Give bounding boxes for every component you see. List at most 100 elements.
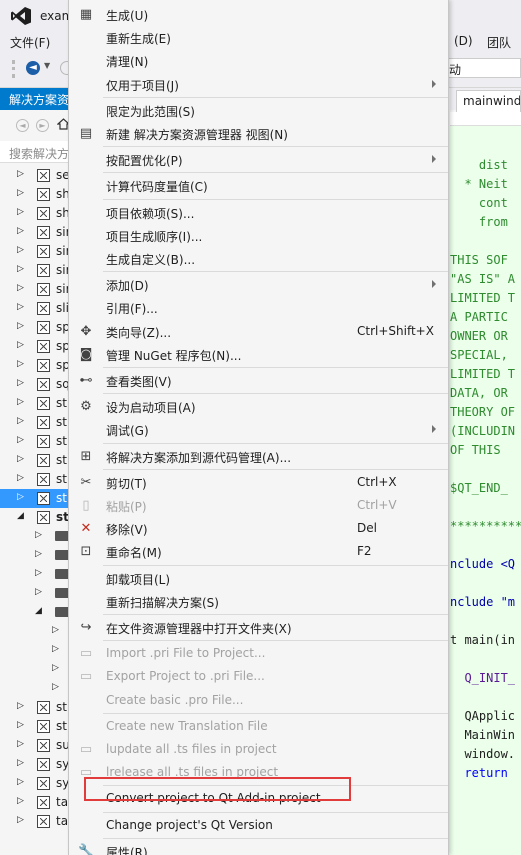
menu-item-r[interactable]: 🔧 属性(R) xyxy=(70,840,449,855)
collapse-arrow-icon[interactable]: ▷ xyxy=(17,207,24,217)
menu-item-n[interactable]: ▤ 新建 解决方案资源管理器 视图(N) xyxy=(70,122,449,145)
collapse-arrow-icon[interactable]: ▷ xyxy=(17,226,24,236)
menu-item-g[interactable]: 调试(G) xyxy=(70,418,449,441)
collapse-arrow-icon[interactable]: ▷ xyxy=(17,701,24,711)
tree-item[interactable]: ▷ sh xyxy=(0,185,70,204)
tree-item[interactable]: ▷ sir xyxy=(0,280,70,299)
collapse-arrow-icon[interactable]: ▷ xyxy=(17,169,24,179)
tree-child-item[interactable]: ▷ xyxy=(0,641,70,660)
tree-item[interactable]: ▷ sy xyxy=(0,774,70,793)
tree-child-item[interactable]: ▷ xyxy=(0,565,70,584)
tree-item[interactable]: ▷ su xyxy=(0,736,70,755)
menu-item-d[interactable]: 添加(D) xyxy=(70,273,449,296)
tree-item[interactable]: ▷ sp xyxy=(0,337,70,356)
tree-item[interactable]: ▷ sir xyxy=(0,242,70,261)
menu-item-s[interactable]: 项目依赖项(S)... xyxy=(70,201,449,224)
collapse-arrow-icon[interactable]: ▷ xyxy=(17,321,24,331)
menu-item-create-new-translation-file[interactable]: Create new Translation File xyxy=(70,715,449,738)
toolbar-grip[interactable] xyxy=(12,60,15,78)
tree-item[interactable]: ▷ sh xyxy=(0,204,70,223)
collapse-arrow-icon[interactable]: ▷ xyxy=(17,245,24,255)
expand-arrow-icon[interactable]: ◢ xyxy=(17,511,24,521)
menu-item-l[interactable]: 卸载项目(L) xyxy=(70,567,449,590)
back-icon[interactable]: ◄ xyxy=(26,61,40,75)
tree-item[interactable]: ▷ st xyxy=(0,451,70,470)
tree-item[interactable]: ▷ st xyxy=(0,432,70,451)
menu-item-s[interactable]: 重新扫描解决方案(S) xyxy=(70,590,449,613)
collapse-arrow-icon[interactable]: ▷ xyxy=(52,663,59,673)
menu-item-t[interactable]: ✂ 剪切(T) Ctrl+X xyxy=(70,471,449,494)
collapse-arrow-icon[interactable]: ▷ xyxy=(17,302,24,312)
tree-child-item[interactable]: ▷ xyxy=(0,584,70,603)
menu-item-nuget-n[interactable]: ◙ 管理 NuGet 程序包(N)... xyxy=(70,343,449,366)
collapse-arrow-icon[interactable]: ▷ xyxy=(17,796,24,806)
collapse-arrow-icon[interactable]: ▷ xyxy=(17,188,24,198)
collapse-arrow-icon[interactable]: ▷ xyxy=(52,625,59,635)
tree-child-item[interactable]: ◢ xyxy=(0,603,70,622)
collapse-arrow-icon[interactable]: ▷ xyxy=(52,682,59,692)
code-editor[interactable]: dist * Neit cont from THIS SOF "AS IS" A LI… xyxy=(450,112,521,855)
tree-item[interactable]: ◢ st xyxy=(0,508,70,527)
tree-item[interactable]: ▷ st xyxy=(0,717,70,736)
tree-item[interactable]: ▷ sir xyxy=(0,261,70,280)
menu-item-export-project-to-pri-file[interactable]: ▭ Export Project to .pri File... xyxy=(70,665,449,688)
collapse-arrow-icon[interactable]: ▷ xyxy=(52,644,59,654)
menu-item-import-pri-file-to-project[interactable]: ▭ Import .pri File to Project... xyxy=(70,642,449,665)
collapse-arrow-icon[interactable]: ▷ xyxy=(17,359,24,369)
menu-item-j[interactable]: 仅用于项目(J) xyxy=(70,73,449,96)
menu-item-a[interactable]: ⊞ 将解决方案添加到源代码管理(A)... xyxy=(70,445,449,468)
menu-item-create-basic-pro-file[interactable]: Create basic .pro File... xyxy=(70,689,449,712)
menu-item-x[interactable]: ↪ 在文件资源管理器中打开文件夹(X) xyxy=(70,616,449,639)
chevron-down-icon[interactable]: ▼ xyxy=(44,61,50,70)
collapse-arrow-icon[interactable]: ▷ xyxy=(17,397,24,407)
tree-item[interactable]: ▷ sir xyxy=(0,223,70,242)
tree-item[interactable]: ▷ sq xyxy=(0,375,70,394)
menu-item-a[interactable]: ⚙ 设为启动项目(A) xyxy=(70,395,449,418)
collapse-arrow-icon[interactable]: ▷ xyxy=(17,340,24,350)
menu-item-f[interactable]: 引用(F)... xyxy=(70,296,449,319)
collapse-arrow-icon[interactable]: ▷ xyxy=(17,264,24,274)
collapse-arrow-icon[interactable]: ▷ xyxy=(17,758,24,768)
tree-item[interactable]: ▷ ta xyxy=(0,812,70,831)
collapse-arrow-icon[interactable]: ▷ xyxy=(17,283,24,293)
collapse-arrow-icon[interactable]: ▷ xyxy=(17,435,24,445)
collapse-arrow-icon[interactable]: ▷ xyxy=(17,739,24,749)
collapse-arrow-icon[interactable]: ◢ xyxy=(35,606,42,616)
collapse-arrow-icon[interactable]: ▷ xyxy=(17,815,24,825)
menu-debug[interactable]: (D) xyxy=(454,34,473,48)
tree-child-item[interactable]: ▷ xyxy=(0,546,70,565)
tree-item[interactable]: ▷ sp xyxy=(0,318,70,337)
tree-item[interactable]: ▷ st xyxy=(0,413,70,432)
tree-child-item[interactable]: ▷ xyxy=(0,679,70,698)
tree-child-item[interactable]: ▷ xyxy=(0,622,70,641)
menu-item-change-project-s-qt-version[interactable]: Change project's Qt Version xyxy=(70,814,449,837)
forward-icon[interactable]: ► xyxy=(36,119,49,132)
back-icon[interactable]: ◄ xyxy=(16,119,29,132)
collapse-arrow-icon[interactable]: ▷ xyxy=(17,454,24,464)
tree-item[interactable]: ▷ sy xyxy=(0,755,70,774)
tree-item[interactable]: ▷ st xyxy=(0,489,70,508)
menu-item-n[interactable]: 清理(N) xyxy=(70,49,449,72)
menu-item-m[interactable]: ⊡ 重命名(M) F2 xyxy=(70,540,449,563)
menu-item-v[interactable]: ⊷ 查看类图(V) xyxy=(70,369,449,392)
menu-file[interactable]: 文件(F) xyxy=(10,34,50,51)
search-input[interactable]: 搜索解决方 xyxy=(0,141,70,163)
tree-item[interactable]: ▷ st xyxy=(0,394,70,413)
menu-item-e[interactable]: 重新生成(E) xyxy=(70,26,449,49)
collapse-arrow-icon[interactable]: ▷ xyxy=(17,720,24,730)
collapse-arrow-icon[interactable]: ▷ xyxy=(17,473,24,483)
tree-item[interactable]: ▷ sp xyxy=(0,356,70,375)
menu-item-p[interactable]: ▯ 粘贴(P) Ctrl+V xyxy=(70,494,449,517)
menu-item-z[interactable]: ✥ 类向导(Z)... Ctrl+Shift+X xyxy=(70,320,449,343)
collapse-arrow-icon[interactable]: ▷ xyxy=(17,378,24,388)
collapse-arrow-icon[interactable]: ▷ xyxy=(17,777,24,787)
collapse-arrow-icon[interactable]: ▷ xyxy=(17,416,24,426)
tree-child-item[interactable]: ▷ xyxy=(0,527,70,546)
collapse-arrow-icon[interactable]: ▷ xyxy=(35,549,42,559)
collapse-arrow-icon[interactable]: ▷ xyxy=(35,530,42,540)
startup-selector[interactable]: 动 xyxy=(444,58,521,78)
tab-mainwindow[interactable]: mainwindo xyxy=(456,90,521,112)
menu-item-c[interactable]: 计算代码度量值(C) xyxy=(70,174,449,197)
menu-item-p[interactable]: 按配置优化(P) xyxy=(70,148,449,171)
solution-explorer-title[interactable]: 解决方案资 xyxy=(0,88,70,110)
